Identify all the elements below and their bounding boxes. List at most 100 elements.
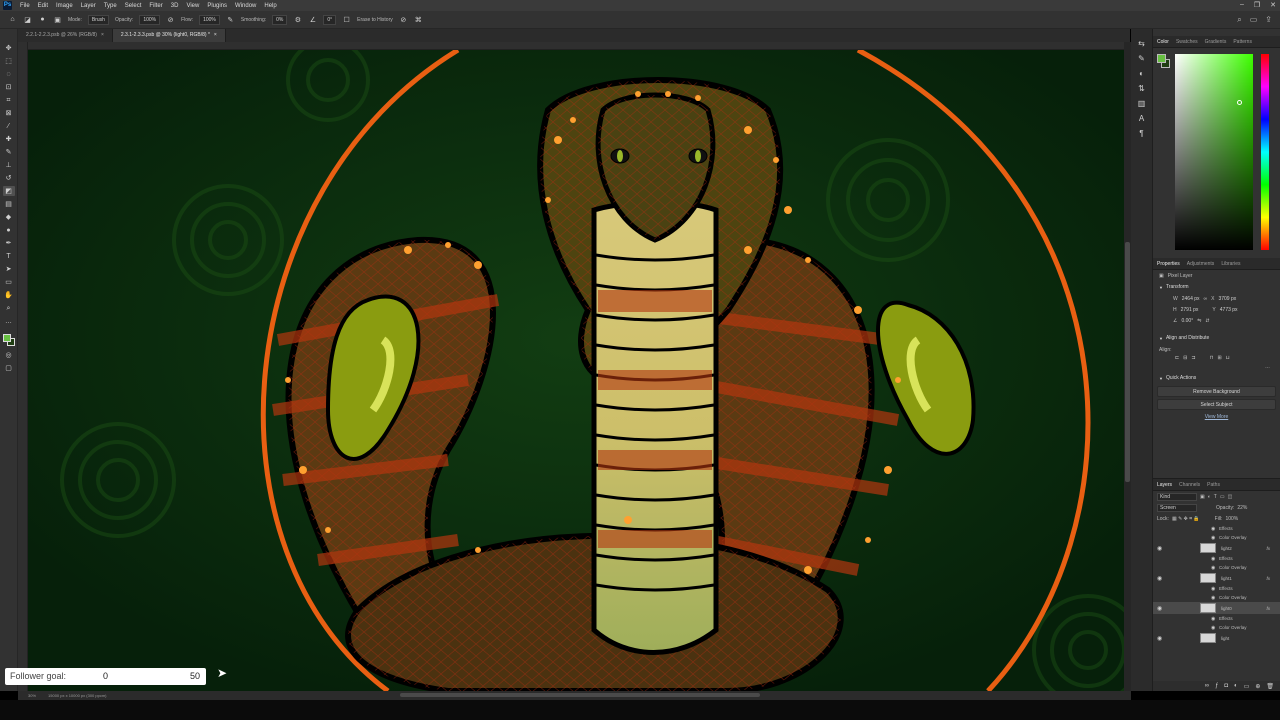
brush-settings-icon[interactable]: ▣: [53, 15, 62, 24]
menu-window[interactable]: Window: [231, 3, 260, 9]
layer-name[interactable]: light1: [1221, 576, 1232, 581]
frame-icon[interactable]: ⊠: [3, 108, 15, 118]
new-group-icon[interactable]: ▭: [1244, 683, 1250, 690]
eye-icon[interactable]: ◉: [1157, 545, 1162, 552]
eye-icon[interactable]: ◉: [1211, 625, 1215, 631]
layer-effect-row[interactable]: ◉ Effects: [1153, 554, 1280, 563]
screen-mode-icon[interactable]: ▢: [3, 363, 15, 373]
remove-background-button[interactable]: Remove Background: [1157, 386, 1276, 397]
align-top-icon[interactable]: ⊓: [1210, 355, 1214, 361]
filter-pixel-icon[interactable]: ▣: [1200, 494, 1205, 500]
move-icon[interactable]: ✥: [3, 43, 15, 53]
filter-adjust-icon[interactable]: ◐: [1208, 494, 1211, 500]
smoothing-input[interactable]: 0%: [272, 14, 288, 25]
transform-section-header[interactable]: ▼ Transform: [1153, 281, 1280, 293]
menu-layer[interactable]: Layer: [77, 3, 100, 9]
eye-icon[interactable]: ◉: [1211, 556, 1215, 562]
marquee-icon[interactable]: ⬚: [3, 56, 15, 66]
color-picker-field[interactable]: [1175, 54, 1253, 250]
eye-icon[interactable]: ◉: [1157, 635, 1162, 642]
layer-name[interactable]: light2: [1221, 546, 1232, 551]
erase-to-history-checkbox[interactable]: ☐: [342, 15, 351, 24]
erase-to-history-label[interactable]: Erase to History: [357, 17, 393, 23]
panel-foreground-swatch[interactable]: [1157, 54, 1166, 63]
eye-icon[interactable]: ◉: [1157, 605, 1162, 612]
search-icon[interactable]: ⌕: [1237, 15, 1241, 25]
tab-gradients[interactable]: Gradients: [1205, 39, 1227, 45]
eye-icon[interactable]: ◉: [1211, 616, 1215, 622]
menu-filter[interactable]: Filter: [145, 3, 166, 9]
layer-name[interactable]: light: [1221, 636, 1229, 641]
filter-type-icon[interactable]: T: [1214, 494, 1217, 500]
share-icon[interactable]: ⇪: [1265, 15, 1272, 25]
menu-select[interactable]: Select: [121, 3, 146, 9]
pressure-size-icon[interactable]: ⊘: [399, 15, 408, 24]
history-panel-icon[interactable]: ⇆: [1138, 39, 1145, 48]
layer-effect-row[interactable]: ◉ Color Overlay: [1153, 593, 1280, 602]
fx-icon[interactable]: fx: [1266, 606, 1270, 611]
menu-image[interactable]: Image: [52, 3, 77, 9]
hand-icon[interactable]: ✋: [3, 290, 15, 300]
close-window-icon[interactable]: ✕: [1270, 1, 1276, 9]
layer-effect-row[interactable]: ◉ Color Overlay: [1153, 623, 1280, 632]
flow-input[interactable]: 100%: [199, 14, 220, 25]
eyedropper-icon[interactable]: ⁄: [3, 121, 15, 131]
quick-mask-icon[interactable]: ◎: [3, 350, 15, 360]
document-canvas[interactable]: [28, 50, 1124, 691]
crop-icon[interactable]: ⌗: [3, 95, 15, 105]
document-size[interactable]: 15000 px x 10000 px (300 ppcm): [48, 693, 106, 698]
fx-icon[interactable]: fx: [1266, 546, 1270, 551]
layer-row-selected[interactable]: ◉ light0 fx: [1153, 602, 1280, 614]
menu-plugins[interactable]: Plugins: [203, 3, 231, 9]
layers-panel-icon[interactable]: ▥: [1138, 99, 1146, 108]
link-layers-icon[interactable]: ∞: [1205, 683, 1209, 689]
menu-file[interactable]: File: [16, 3, 34, 9]
home-icon[interactable]: ⌂: [8, 15, 17, 24]
tab-patterns[interactable]: Patterns: [1233, 39, 1252, 45]
fx-icon[interactable]: fx: [1266, 576, 1270, 581]
zoom-level[interactable]: 30%: [28, 693, 36, 698]
layer-name[interactable]: light0: [1221, 606, 1232, 611]
align-bottom-icon[interactable]: ⊔: [1226, 355, 1230, 361]
eraser-icon[interactable]: ◩: [2, 186, 15, 196]
layer-effect-row[interactable]: ◉ Color Overlay: [1153, 563, 1280, 572]
dodge-icon[interactable]: ●: [3, 225, 15, 235]
rectangle-icon[interactable]: ▭: [3, 277, 15, 287]
tab-swatches[interactable]: Swatches: [1176, 39, 1198, 45]
more-options-icon[interactable]: …: [1265, 364, 1270, 370]
align-center-icon[interactable]: ⊟: [1183, 355, 1187, 361]
layer-opacity-input[interactable]: 22%: [1237, 505, 1247, 511]
eye-icon[interactable]: ◉: [1211, 526, 1215, 532]
filter-smart-icon[interactable]: ◫: [1228, 494, 1233, 500]
new-layer-icon[interactable]: ⊕: [1255, 683, 1260, 690]
stamp-icon[interactable]: ⊥: [3, 160, 15, 170]
align-middle-icon[interactable]: ⊞: [1218, 355, 1222, 361]
lasso-icon[interactable]: ◌: [3, 69, 15, 79]
layer-row[interactable]: ◉ light2 fx: [1153, 542, 1280, 554]
mode-select[interactable]: Brush: [87, 14, 109, 25]
layer-effect-row[interactable]: ◉ Effects: [1153, 614, 1280, 623]
minimize-icon[interactable]: –: [1240, 1, 1244, 9]
eye-icon[interactable]: ◉: [1211, 535, 1215, 541]
angle-input[interactable]: 0.00°: [1181, 318, 1193, 324]
color-picker-marker[interactable]: [1237, 100, 1242, 105]
close-tab-icon[interactable]: ×: [214, 32, 217, 38]
select-subject-button[interactable]: Select Subject: [1157, 399, 1276, 410]
quick-actions-header[interactable]: ▼ Quick Actions: [1153, 372, 1280, 384]
horizontal-scroll-thumb[interactable]: [400, 693, 760, 697]
layer-effect-row[interactable]: ◉ Effects: [1153, 524, 1280, 533]
flip-vertical-icon[interactable]: ⇵: [1205, 318, 1209, 324]
tab-channels[interactable]: Channels: [1179, 482, 1200, 488]
fill-input[interactable]: 100%: [1225, 516, 1238, 522]
menu-3d[interactable]: 3D: [167, 3, 183, 9]
gradient-icon[interactable]: ▤: [3, 199, 15, 209]
add-style-icon[interactable]: ƒ: [1215, 683, 1218, 689]
zoom-icon[interactable]: ⌕: [3, 303, 15, 313]
tab-paths[interactable]: Paths: [1207, 482, 1220, 488]
layer-effect-row[interactable]: ◉ Color Overlay: [1153, 533, 1280, 542]
align-section-header[interactable]: ▼ Align and Distribute: [1153, 332, 1280, 344]
tab-document-2[interactable]: 2.3.1-2.3.3.psb @ 30% (light0, RGB/8) * ×: [112, 29, 226, 42]
tab-layers[interactable]: Layers: [1157, 482, 1172, 488]
layer-filter-select[interactable]: Kind: [1157, 492, 1197, 501]
lock-icon[interactable]: ▦ ✎ ✥ ⌗ 🔒: [1172, 516, 1200, 522]
